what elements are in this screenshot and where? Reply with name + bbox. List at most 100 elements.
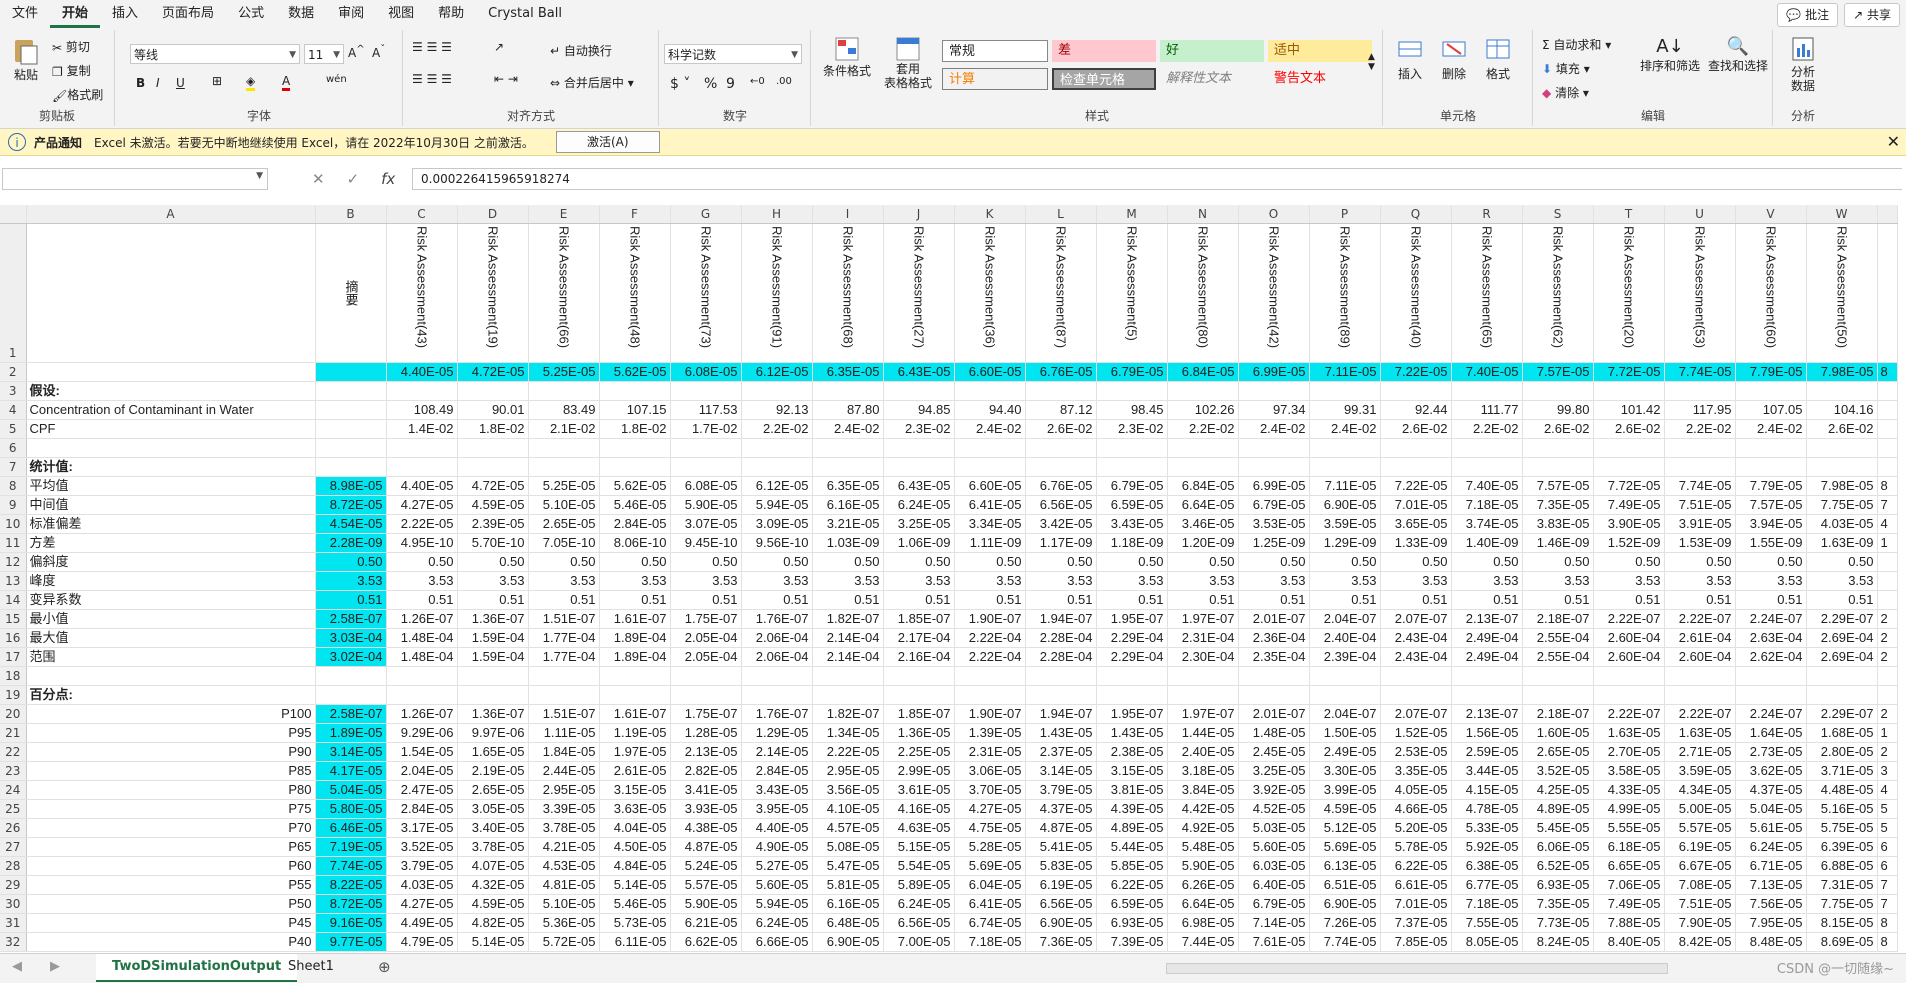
value-cell[interactable]: 7.35E-05 <box>1522 495 1594 515</box>
value-cell[interactable]: 97.34 <box>1238 400 1310 420</box>
label-cell[interactable]: P80 <box>26 780 316 800</box>
value-cell[interactable]: 0.51 <box>1238 590 1310 610</box>
value-cell[interactable]: 5.94E-05 <box>741 894 813 914</box>
value-cell[interactable]: 6.48E-05 <box>812 913 884 933</box>
value-cell[interactable]: 7.75E-05 <box>1806 894 1878 914</box>
label-cell[interactable]: 最大值 <box>26 628 316 648</box>
value-cell[interactable]: 1.28E-05 <box>670 723 742 743</box>
value-cell[interactable]: 3.53 <box>883 571 955 591</box>
value-cell[interactable] <box>812 457 884 477</box>
column-header[interactable]: J <box>883 205 955 224</box>
value-cell[interactable]: 5.12E-05 <box>1309 818 1381 838</box>
summary-cell[interactable] <box>315 381 387 401</box>
value-cell[interactable]: 2.95E-05 <box>528 780 600 800</box>
value-cell[interactable]: 0.50 <box>1522 552 1594 572</box>
column-header[interactable]: D <box>457 205 529 224</box>
label-cell[interactable]: 峰度 <box>26 571 316 591</box>
value-cell[interactable]: 2.82E-05 <box>670 761 742 781</box>
column-header[interactable]: L <box>1025 205 1097 224</box>
value-cell[interactable]: 1.95E-07 <box>1096 704 1168 724</box>
value-cell[interactable]: 4.48E-05 <box>1806 780 1878 800</box>
value-cell[interactable] <box>1593 685 1665 705</box>
value-cell[interactable]: 4.27E-05 <box>954 799 1026 819</box>
value-cell[interactable]: 1.56E-05 <box>1451 723 1523 743</box>
menu-item-4[interactable]: 公式 <box>226 0 276 28</box>
value-cell[interactable]: 99.31 <box>1309 400 1381 420</box>
partial-cell[interactable]: 2 <box>1877 742 1898 762</box>
label-cell[interactable]: 百分点: <box>26 685 316 705</box>
value-cell[interactable]: 3.53 <box>1309 571 1381 591</box>
value-cell[interactable]: 4.42E-05 <box>1167 799 1239 819</box>
value-cell[interactable] <box>1238 457 1310 477</box>
value-cell[interactable]: 2.06E-04 <box>741 647 813 667</box>
partial-cell[interactable]: 3 <box>1877 761 1898 781</box>
risk-assessment-header-cell[interactable]: Risk Assessment(43) <box>386 223 458 363</box>
row-header[interactable]: 12 <box>0 552 27 572</box>
value-cell[interactable]: 7.22E-05 <box>1380 476 1452 496</box>
value-cell[interactable]: 3.46E-05 <box>1167 514 1239 534</box>
summary-cell[interactable]: 2.28E-09 <box>315 533 387 553</box>
value-cell[interactable]: 2.84E-05 <box>386 799 458 819</box>
value-cell[interactable]: 2.6E-02 <box>1806 419 1878 439</box>
value-cell[interactable]: 0.51 <box>1664 590 1736 610</box>
value-cell[interactable] <box>1167 381 1239 401</box>
row-header[interactable]: 21 <box>0 723 27 743</box>
value-cell[interactable]: 92.44 <box>1380 400 1452 420</box>
value-cell[interactable]: 2.07E-07 <box>1380 609 1452 629</box>
indent-icon[interactable]: ⇤ ⇥ <box>494 72 518 86</box>
value-cell[interactable]: 6.41E-05 <box>954 894 1026 914</box>
value-cell[interactable]: 6.18E-05 <box>1593 837 1665 857</box>
value-cell[interactable]: 5.85E-05 <box>1096 856 1168 876</box>
value-cell[interactable]: 6.41E-05 <box>954 495 1026 515</box>
value-cell[interactable]: 3.25E-05 <box>1238 761 1310 781</box>
value-cell[interactable]: 5.10E-05 <box>528 495 600 515</box>
risk-assessment-header-cell[interactable]: Risk Assessment(66) <box>528 223 600 363</box>
value-cell[interactable]: 2.35E-04 <box>1238 647 1310 667</box>
value-cell[interactable]: 7.11E-05 <box>1309 476 1381 496</box>
value-cell[interactable] <box>954 457 1026 477</box>
column-header[interactable]: I <box>812 205 884 224</box>
summary-cell[interactable]: 1.89E-05 <box>315 723 387 743</box>
value-cell[interactable] <box>883 438 955 458</box>
value-cell[interactable] <box>1806 457 1878 477</box>
value-cell[interactable]: 1.59E-04 <box>457 628 529 648</box>
value-cell[interactable]: 2.17E-04 <box>883 628 955 648</box>
value-cell[interactable]: 2.45E-05 <box>1238 742 1310 762</box>
value-cell[interactable]: 5.83E-05 <box>1025 856 1097 876</box>
value-cell[interactable]: 3.53 <box>599 571 671 591</box>
value-cell[interactable] <box>1664 685 1736 705</box>
align-left-icon[interactable]: ☰ ☰ ☰ <box>412 72 452 86</box>
name-box[interactable]: ▼ <box>2 168 268 190</box>
value-cell[interactable] <box>386 685 458 705</box>
value-cell[interactable]: 3.25E-05 <box>883 514 955 534</box>
value-cell[interactable] <box>1522 685 1594 705</box>
value-cell[interactable]: 2.29E-04 <box>1096 628 1168 648</box>
analyze-data-button[interactable]: 分析 数据 <box>1780 36 1826 93</box>
value-cell[interactable] <box>812 381 884 401</box>
value-cell[interactable] <box>1167 666 1239 686</box>
column-header[interactable]: B <box>315 205 387 224</box>
value-cell[interactable]: 2.4E-02 <box>1238 419 1310 439</box>
value-cell[interactable]: 8.05E-05 <box>1451 932 1523 952</box>
value-cell[interactable]: 3.53 <box>1664 571 1736 591</box>
value-cell[interactable]: 7.01E-05 <box>1380 894 1452 914</box>
value-cell[interactable]: 0.51 <box>386 590 458 610</box>
horizontal-scrollbar[interactable] <box>1166 963 1668 974</box>
row-header[interactable]: 1 <box>0 223 27 363</box>
value-cell[interactable]: 3.53 <box>1380 571 1452 591</box>
value-cell[interactable]: 3.79E-05 <box>386 856 458 876</box>
menu-item-8[interactable]: 帮助 <box>426 0 476 28</box>
value-cell[interactable]: 1.65E-05 <box>457 742 529 762</box>
value-cell[interactable]: 6.93E-05 <box>1522 875 1594 895</box>
label-cell[interactable]: 方差 <box>26 533 316 553</box>
value-cell[interactable]: 1.54E-05 <box>386 742 458 762</box>
spreadsheet-grid[interactable]: A B C D E F G H I J K L M N O P Q R S T U V W 1 摘要 Risk Assessmen… <box>0 205 1906 953</box>
label-cell[interactable]: P85 <box>26 761 316 781</box>
value-cell[interactable]: 117.53 <box>670 400 742 420</box>
value-cell[interactable]: 6.65E-05 <box>1593 856 1665 876</box>
value-cell[interactable]: 2.25E-05 <box>883 742 955 762</box>
value-cell[interactable]: 2.29E-07 <box>1806 609 1878 629</box>
value-cell[interactable]: 2.36E-04 <box>1238 628 1310 648</box>
column-header-partial[interactable] <box>1877 205 1898 224</box>
value-cell[interactable]: 4.27E-05 <box>386 495 458 515</box>
